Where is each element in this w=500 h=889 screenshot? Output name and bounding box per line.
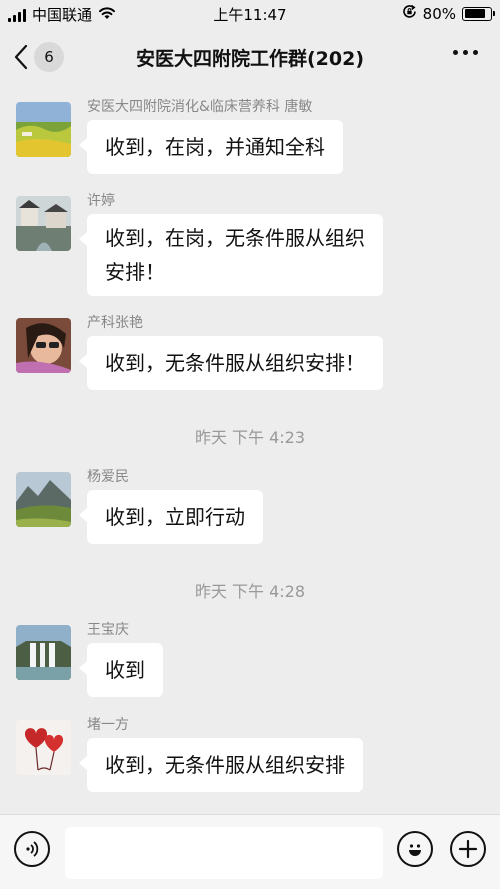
nav-bar: 6 安医大四附院工作群(202) (0, 28, 500, 86)
message-text: 安排！ (105, 260, 165, 284)
message-bubble[interactable]: 收到，无条件服从组织安排！ (79, 336, 383, 390)
battery-fill (464, 9, 485, 18)
emoji-button[interactable] (397, 831, 433, 867)
message-text: 收到，立即行动 (105, 505, 245, 529)
more-dots-icon (453, 50, 458, 55)
avatar[interactable] (16, 472, 71, 527)
message-list[interactable]: 安医大四附院消化&临床营养科 唐敏 收到，在岗，并通知全科 许婷 收到，在岗，无… (0, 86, 500, 814)
status-bar: 中国联通 上午11:47 80% (0, 0, 500, 28)
message-text: 收到，无条件服从组织安排！ (105, 351, 365, 375)
more-button[interactable] (453, 50, 478, 55)
timestamp: 昨天 下午 4:23 (194, 428, 306, 447)
chat-title: 安医大四附院工作群(202) (135, 48, 365, 70)
sender-name: 杨爱民 (87, 469, 129, 485)
message-bubble[interactable]: 收到，在岗，无条件服从组织 安排！ (79, 214, 383, 296)
message-bubble[interactable]: 收到 (79, 643, 163, 697)
battery-icon (462, 6, 495, 21)
message-bubble[interactable]: 收到，在岗，并通知全科 (79, 120, 343, 174)
battery-percent: 80% (422, 4, 456, 23)
orientation-lock-icon (402, 4, 417, 23)
avatar[interactable] (16, 102, 71, 157)
timestamp: 昨天 下午 4:28 (194, 582, 306, 601)
voice-icon (24, 840, 42, 862)
message-input[interactable] (65, 827, 383, 879)
message-bubble[interactable]: 收到，立即行动 (79, 490, 263, 544)
message-text: 收到，在岗，无条件服从组织 (105, 226, 365, 250)
avatar[interactable] (16, 720, 71, 775)
avatar[interactable] (16, 318, 71, 373)
sender-name: 产科张艳 (87, 315, 143, 331)
sender-name: 安医大四附院消化&临床营养科 唐敏 (87, 99, 313, 115)
emoji-icon (405, 839, 425, 863)
voice-button[interactable] (14, 831, 50, 867)
sender-name: 堵一方 (87, 717, 129, 733)
message-text: 收到 (105, 658, 145, 682)
sender-name: 王宝庆 (87, 622, 129, 638)
add-button[interactable] (450, 831, 486, 867)
sender-name: 许婷 (87, 193, 115, 209)
status-right: 80% (402, 4, 495, 23)
message-text: 收到，在岗，并通知全科 (105, 135, 325, 159)
chat-screen: 中国联通 上午11:47 80% 6 安医大四附院工作群(202) 安医大四附院… (0, 0, 500, 889)
plus-icon (458, 839, 478, 863)
message-bubble[interactable]: 收到，无条件服从组织安排 (79, 738, 363, 792)
avatar[interactable] (16, 196, 71, 251)
avatar[interactable] (16, 625, 71, 680)
input-bar (0, 814, 500, 889)
message-text: 收到，无条件服从组织安排 (105, 753, 345, 777)
